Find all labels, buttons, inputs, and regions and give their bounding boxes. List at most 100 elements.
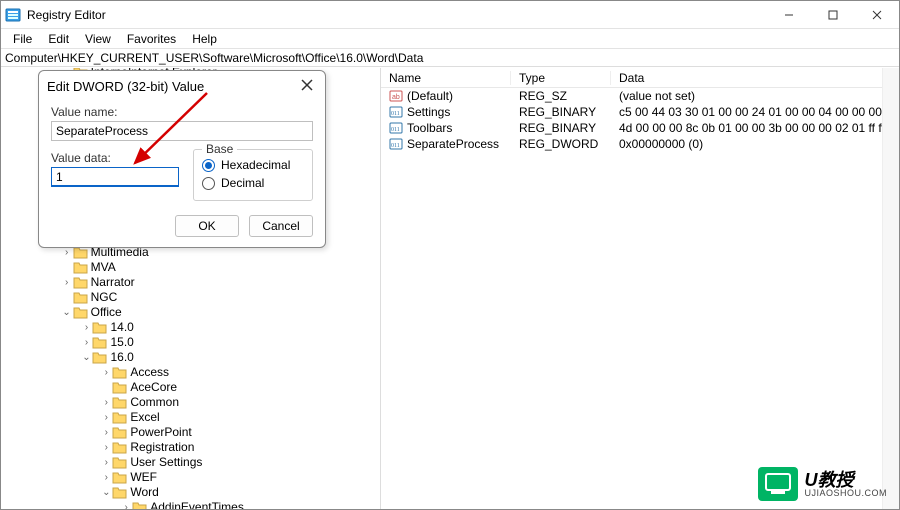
tree-item[interactable]: › 15.0 <box>1 335 380 350</box>
title-bar: Registry Editor <box>1 1 899 29</box>
col-type-header[interactable]: Type <box>511 71 611 85</box>
base-groupbox: Base Hexadecimal Decimal <box>193 149 313 201</box>
base-label: Base <box>202 142 237 156</box>
tree-item[interactable]: › PowerPoint <box>1 425 380 440</box>
tree-item[interactable]: › Common <box>1 395 380 410</box>
tree-item-label: Common <box>130 395 179 410</box>
binary-value-icon: 011 <box>389 137 403 151</box>
spacer <box>100 380 112 395</box>
menu-file[interactable]: File <box>5 30 40 48</box>
minimize-button[interactable] <box>767 1 811 29</box>
binary-value-icon: 011 <box>389 121 403 135</box>
ok-button[interactable]: OK <box>175 215 239 237</box>
tree-pane[interactable]: InterneInternet Explorer ›MSF ›Multimedi… <box>1 68 381 509</box>
tree-item[interactable]: ›Registration <box>1 440 380 455</box>
cancel-button[interactable]: Cancel <box>249 215 313 237</box>
tree-item[interactable]: ⌄ 16.0 <box>1 350 380 365</box>
tree-item[interactable]: MVA <box>1 260 380 275</box>
maximize-button[interactable] <box>811 1 855 29</box>
app-window: Registry Editor FileEditViewFavoritesHel… <box>0 0 900 510</box>
chevron-right-icon[interactable]: › <box>80 335 92 350</box>
col-data-header[interactable]: Data <box>611 71 899 85</box>
radio-decimal[interactable]: Decimal <box>202 174 304 192</box>
tree-item-label: Word <box>130 485 158 500</box>
svg-text:011: 011 <box>391 127 400 133</box>
tree-item[interactable]: › User Settings <box>1 455 380 470</box>
menu-help[interactable]: Help <box>184 30 225 48</box>
list-item[interactable]: 011SettingsREG_BINARYc5 00 44 03 30 01 0… <box>381 104 899 120</box>
content-area: InterneInternet Explorer ›MSF ›Multimedi… <box>1 68 899 509</box>
tree-item[interactable]: AceCore <box>1 380 380 395</box>
list-header: Name Type Data <box>381 68 899 88</box>
watermark-badge-icon <box>758 467 798 501</box>
folder-icon <box>112 366 127 379</box>
menu-bar: FileEditViewFavoritesHelp <box>1 29 899 49</box>
folder-icon <box>112 426 127 439</box>
window-controls <box>767 1 899 29</box>
tree-item-label: Narrator <box>91 275 135 290</box>
regedit-icon <box>5 7 21 23</box>
chevron-right-icon[interactable]: › <box>100 395 112 410</box>
chevron-right-icon[interactable]: › <box>100 365 112 380</box>
menu-favorites[interactable]: Favorites <box>119 30 184 48</box>
dialog-titlebar: Edit DWORD (32-bit) Value <box>39 71 325 101</box>
values-pane[interactable]: Name Type Data ab(Default)REG_SZ(value n… <box>381 68 899 509</box>
tree-item[interactable]: ⌄ Word <box>1 485 380 500</box>
tree-item-label: Excel <box>130 410 159 425</box>
chevron-right-icon[interactable]: › <box>100 455 112 470</box>
dialog-title: Edit DWORD (32-bit) Value <box>47 79 204 94</box>
chevron-down-icon[interactable]: ⌄ <box>61 305 73 320</box>
folder-icon <box>112 471 127 484</box>
tree-item-label: 14.0 <box>110 320 133 335</box>
tree-item[interactable]: › AddinEventTimes <box>1 500 380 509</box>
menu-view[interactable]: View <box>77 30 119 48</box>
chevron-down-icon[interactable]: ⌄ <box>80 350 92 365</box>
chevron-right-icon[interactable]: › <box>61 275 73 290</box>
folder-icon <box>73 261 88 274</box>
radio-hexadecimal[interactable]: Hexadecimal <box>202 156 304 174</box>
folder-icon <box>73 276 88 289</box>
tree-item-label: Access <box>130 365 169 380</box>
folder-icon <box>112 486 127 499</box>
chevron-right-icon[interactable]: › <box>100 470 112 485</box>
folder-icon <box>112 456 127 469</box>
list-item[interactable]: ab(Default)REG_SZ(value not set) <box>381 88 899 104</box>
tree-item[interactable]: ›WEF <box>1 470 380 485</box>
tree-item-label: AddinEventTimes <box>150 500 244 509</box>
tree-item-label: 15.0 <box>110 335 133 350</box>
folder-icon <box>112 441 127 454</box>
dialog-close-button[interactable] <box>297 78 317 94</box>
tree-item-label: PowerPoint <box>130 425 191 440</box>
tree-item-label: 16.0 <box>110 350 133 365</box>
tree-item[interactable]: NGC <box>1 290 380 305</box>
tree-item[interactable]: › Access <box>1 365 380 380</box>
tree-item[interactable]: ⌄Office <box>1 305 380 320</box>
col-name-header[interactable]: Name <box>381 71 511 85</box>
tree-item[interactable]: › 14.0 <box>1 320 380 335</box>
chevron-right-icon[interactable]: › <box>100 410 112 425</box>
value-name-label: Value name: <box>51 105 313 119</box>
chevron-down-icon[interactable]: ⌄ <box>100 485 112 500</box>
svg-text:011: 011 <box>391 143 400 149</box>
watermark: U教授 UJIAOSHOU.COM <box>758 467 887 501</box>
address-bar[interactable]: Computer\HKEY_CURRENT_USER\Software\Micr… <box>1 49 899 67</box>
list-item[interactable]: 011SeparateProcessREG_DWORD0x00000000 (0… <box>381 136 899 152</box>
tree-item[interactable]: › Excel <box>1 410 380 425</box>
chevron-right-icon[interactable]: › <box>120 500 132 509</box>
chevron-right-icon[interactable]: › <box>100 425 112 440</box>
menu-edit[interactable]: Edit <box>40 30 77 48</box>
window-title: Registry Editor <box>27 8 767 22</box>
folder-icon <box>112 411 127 424</box>
value-name-input[interactable]: SeparateProcess <box>51 121 313 141</box>
tree-item[interactable]: › Narrator <box>1 275 380 290</box>
watermark-brand: U教授 <box>804 471 887 489</box>
list-item[interactable]: 011ToolbarsREG_BINARY4d 00 00 00 8c 0b 0… <box>381 120 899 136</box>
folder-icon <box>112 396 127 409</box>
chevron-right-icon[interactable]: › <box>100 440 112 455</box>
close-button[interactable] <box>855 1 899 29</box>
chevron-right-icon[interactable]: › <box>80 320 92 335</box>
tree-item-label: User Settings <box>130 455 202 470</box>
folder-icon <box>92 336 107 349</box>
value-data-input[interactable]: 1 <box>51 167 179 187</box>
vertical-scrollbar[interactable] <box>882 68 899 509</box>
